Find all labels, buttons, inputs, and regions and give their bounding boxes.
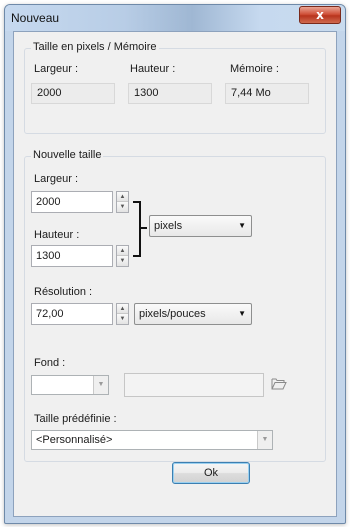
- arrow-up-icon[interactable]: ▲: [117, 304, 128, 314]
- preset-size-select[interactable]: <Personnalisé> ▼: [31, 430, 273, 450]
- memory-value: 7,44 Mo: [225, 83, 309, 104]
- new-height-label: Hauteur :: [34, 229, 80, 241]
- dialog-window: Nouveau x Taille en pixels / Mémoire Lar…: [4, 4, 346, 524]
- new-size-group-title: Nouvelle taille: [31, 149, 104, 161]
- window-title: Nouveau: [11, 11, 60, 25]
- chevron-down-icon[interactable]: ▼: [257, 431, 272, 449]
- chevron-down-icon: ▼: [238, 221, 246, 230]
- size-unit-value: pixels: [154, 220, 183, 232]
- resolution-label: Résolution :: [34, 286, 93, 298]
- arrow-down-icon[interactable]: ▼: [117, 314, 128, 324]
- pixel-size-memory-group-title: Taille en pixels / Mémoire: [31, 41, 159, 53]
- resolution-input[interactable]: 72,00: [31, 303, 113, 325]
- new-height-input[interactable]: 1300: [31, 245, 113, 267]
- link-bracket-connector: [141, 227, 147, 229]
- current-width-value: 2000: [31, 83, 115, 104]
- arrow-down-icon[interactable]: ▼: [117, 256, 128, 266]
- background-label: Fond :: [34, 357, 66, 369]
- preset-size-value: <Personnalisé>: [36, 434, 113, 446]
- current-height-value: 1300: [128, 83, 212, 104]
- arrow-up-icon[interactable]: ▲: [117, 246, 128, 256]
- close-button[interactable]: x: [299, 6, 341, 24]
- new-width-label: Largeur :: [34, 173, 79, 185]
- new-width-input[interactable]: 2000: [31, 191, 113, 213]
- pixel-size-memory-group: Taille en pixels / Mémoire Largeur : 200…: [24, 41, 326, 134]
- arrow-down-icon[interactable]: ▼: [117, 202, 128, 212]
- resolution-unit-value: pixels/pouces: [139, 308, 206, 320]
- resolution-spinner[interactable]: ▲ ▼: [116, 303, 129, 325]
- ok-button[interactable]: Ok: [172, 462, 250, 484]
- new-width-spinner[interactable]: ▲ ▼: [116, 191, 129, 213]
- folder-open-icon[interactable]: [270, 375, 288, 393]
- current-width-label: Largeur :: [34, 63, 79, 75]
- new-size-group: Nouvelle taille Largeur : 2000 ▲ ▼ Haute…: [24, 149, 326, 462]
- size-unit-select[interactable]: pixels ▼: [149, 215, 252, 237]
- dialog-client-area: Taille en pixels / Mémoire Largeur : 200…: [13, 31, 337, 517]
- chevron-down-icon[interactable]: ▼: [93, 376, 108, 394]
- title-bar[interactable]: Nouveau x: [5, 5, 345, 31]
- preset-size-label: Taille prédéfinie :: [34, 413, 117, 425]
- new-height-spinner[interactable]: ▲ ▼: [116, 245, 129, 267]
- memory-label: Mémoire :: [230, 63, 279, 75]
- resolution-unit-select[interactable]: pixels/pouces ▼: [134, 303, 252, 325]
- background-file-field[interactable]: [124, 373, 264, 397]
- background-color-select[interactable]: ▼: [31, 375, 109, 395]
- chevron-down-icon: ▼: [238, 309, 246, 318]
- current-height-label: Hauteur :: [130, 63, 176, 75]
- arrow-up-icon[interactable]: ▲: [117, 192, 128, 202]
- link-bracket: [133, 201, 141, 257]
